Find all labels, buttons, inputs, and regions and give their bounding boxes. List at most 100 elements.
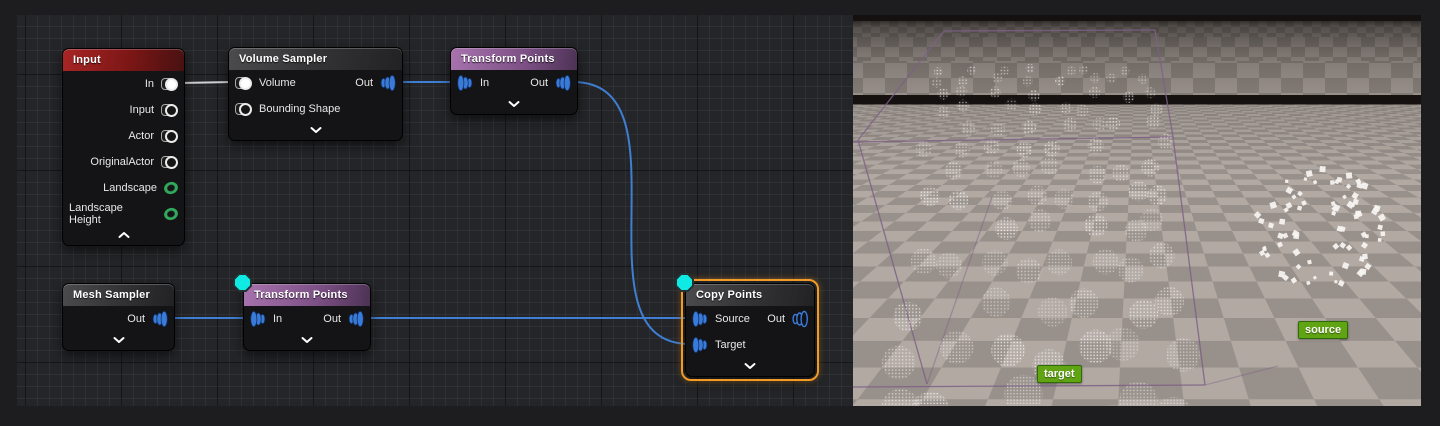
output-pin[interactable]: Out — [323, 310, 364, 328]
pin-core — [165, 155, 178, 169]
pin-row: Landscape — [63, 175, 184, 201]
pin-row: In — [63, 71, 184, 97]
node-header[interactable]: Transform Points — [451, 48, 577, 70]
circle-pin-icon[interactable] — [161, 155, 178, 169]
pin-label: Out — [530, 77, 548, 89]
output-pin[interactable]: Landscape — [103, 180, 180, 196]
node-header[interactable]: Mesh Sampler — [63, 284, 174, 306]
output-pin[interactable]: OriginalActor — [90, 155, 178, 169]
points-pin-icon[interactable] — [380, 74, 396, 92]
pin-row: In Out — [451, 70, 577, 96]
node-mesh-sampler[interactable]: Mesh Sampler Out — [62, 283, 175, 351]
circle-pin-icon[interactable] — [161, 77, 178, 91]
node-title: Copy Points — [696, 289, 763, 301]
node-collapse-toggle[interactable] — [63, 227, 184, 245]
pin-row: Actor — [63, 123, 184, 149]
points-pin-icon[interactable] — [692, 336, 708, 354]
node-title: Volume Sampler — [239, 53, 328, 65]
landscape-pin-icon[interactable] — [162, 206, 180, 222]
circle-pin-icon[interactable] — [161, 103, 178, 117]
node-header[interactable]: Volume Sampler — [229, 48, 402, 70]
point-clusters — [881, 63, 1200, 406]
node-graph-panel[interactable]: Input In Input Actor OriginalActor Landscape L… — [17, 15, 853, 406]
node-title: Transform Points — [461, 53, 555, 65]
node-collapse-toggle[interactable] — [229, 122, 402, 140]
points-pin-icon[interactable] — [457, 74, 473, 92]
points-pin-icon[interactable] — [348, 310, 364, 328]
output-pin[interactable]: Out — [767, 310, 808, 328]
node-collapse-toggle[interactable] — [63, 332, 174, 350]
points-pin-icon[interactable] — [692, 310, 708, 328]
pin-core — [239, 102, 252, 116]
pin-label: Actor — [128, 130, 154, 142]
pin-row: Source Out — [686, 306, 814, 332]
output-pin[interactable]: Out — [127, 310, 168, 328]
pin-label: Out — [127, 313, 145, 325]
pin-row: Landscape Height — [63, 201, 184, 227]
pin-label: Landscape Height — [69, 202, 123, 226]
output-pin[interactable]: Actor — [128, 129, 178, 143]
chevron-down-icon[interactable] — [744, 362, 756, 370]
input-pin[interactable]: In — [250, 310, 282, 328]
pin-row: Target — [686, 332, 814, 358]
node-collapse-toggle[interactable] — [686, 358, 814, 376]
node-header[interactable]: Transform Points — [244, 284, 370, 306]
output-pin[interactable]: Out — [355, 74, 396, 92]
input-pin[interactable]: Bounding Shape — [235, 102, 340, 116]
output-pin[interactable]: Landscape Height — [69, 202, 180, 226]
output-pin[interactable]: Input — [130, 103, 178, 117]
node-transform-points-1[interactable]: Transform Points In Out — [450, 47, 578, 115]
points-pin-icon[interactable] — [152, 310, 168, 328]
points-pin-hollow-icon[interactable] — [792, 310, 808, 328]
input-pin[interactable]: Target — [692, 336, 746, 354]
source-label: source — [1298, 321, 1349, 339]
wire-transform-points-1-to-copy-points[interactable] — [572, 81, 691, 345]
input-pin[interactable]: Source — [692, 310, 750, 328]
chevron-up-icon[interactable] — [118, 231, 130, 239]
node-collapse-toggle[interactable] — [244, 332, 370, 350]
pin-label: OriginalActor — [90, 156, 154, 168]
chevron-down-icon[interactable] — [113, 336, 125, 344]
node-header[interactable]: Copy Points — [686, 284, 814, 306]
pin-label: Target — [715, 339, 746, 351]
pin-label: In — [480, 77, 490, 89]
pin-label: Landscape — [103, 182, 157, 194]
points-pin-icon[interactable] — [555, 74, 571, 92]
viewport-overlay — [853, 29, 1386, 406]
pin-row: OriginalActor — [63, 149, 184, 175]
pin-core — [165, 77, 178, 91]
pin-row: In Out — [244, 306, 370, 332]
pin-row: Volume Out — [229, 70, 402, 96]
input-pin[interactable]: Volume — [235, 76, 296, 90]
circle-pin-icon[interactable] — [235, 102, 252, 116]
pin-core — [165, 103, 178, 117]
landscape-pin-icon[interactable] — [162, 180, 180, 196]
debug-marker-icon — [233, 273, 252, 292]
chevron-down-icon[interactable] — [508, 100, 520, 108]
pin-label: Out — [323, 313, 341, 325]
viewport-panel[interactable]: target source — [853, 15, 1421, 406]
pin-label: Input — [129, 104, 154, 116]
node-copy-points[interactable]: Copy Points Source Out Target — [681, 279, 819, 381]
output-pin[interactable]: In — [145, 77, 178, 91]
pin-row: Bounding Shape — [229, 96, 402, 122]
node-collapse-toggle[interactable] — [451, 96, 577, 114]
node-title: Mesh Sampler — [73, 289, 150, 301]
node-header[interactable]: Input — [63, 49, 184, 71]
node-title: Input — [73, 54, 101, 66]
pin-label: Volume — [259, 77, 296, 89]
points-pin-icon[interactable] — [250, 310, 266, 328]
wire-input-to-volume-sampler[interactable] — [179, 81, 234, 84]
target-label: target — [1037, 365, 1082, 383]
node-transform-points-2[interactable]: Transform Points In Out — [243, 283, 371, 351]
node-input[interactable]: Input In Input Actor OriginalActor Landscape L… — [62, 48, 185, 246]
output-pin[interactable]: Out — [530, 74, 571, 92]
pin-label: Out — [355, 77, 373, 89]
node-title: Transform Points — [254, 289, 348, 301]
input-pin[interactable]: In — [457, 74, 489, 92]
chevron-down-icon[interactable] — [301, 336, 313, 344]
circle-pin-icon[interactable] — [235, 76, 252, 90]
chevron-down-icon[interactable] — [310, 126, 322, 134]
circle-pin-icon[interactable] — [161, 129, 178, 143]
node-volume-sampler[interactable]: Volume Sampler Volume Out Bounding Shape — [228, 47, 403, 141]
